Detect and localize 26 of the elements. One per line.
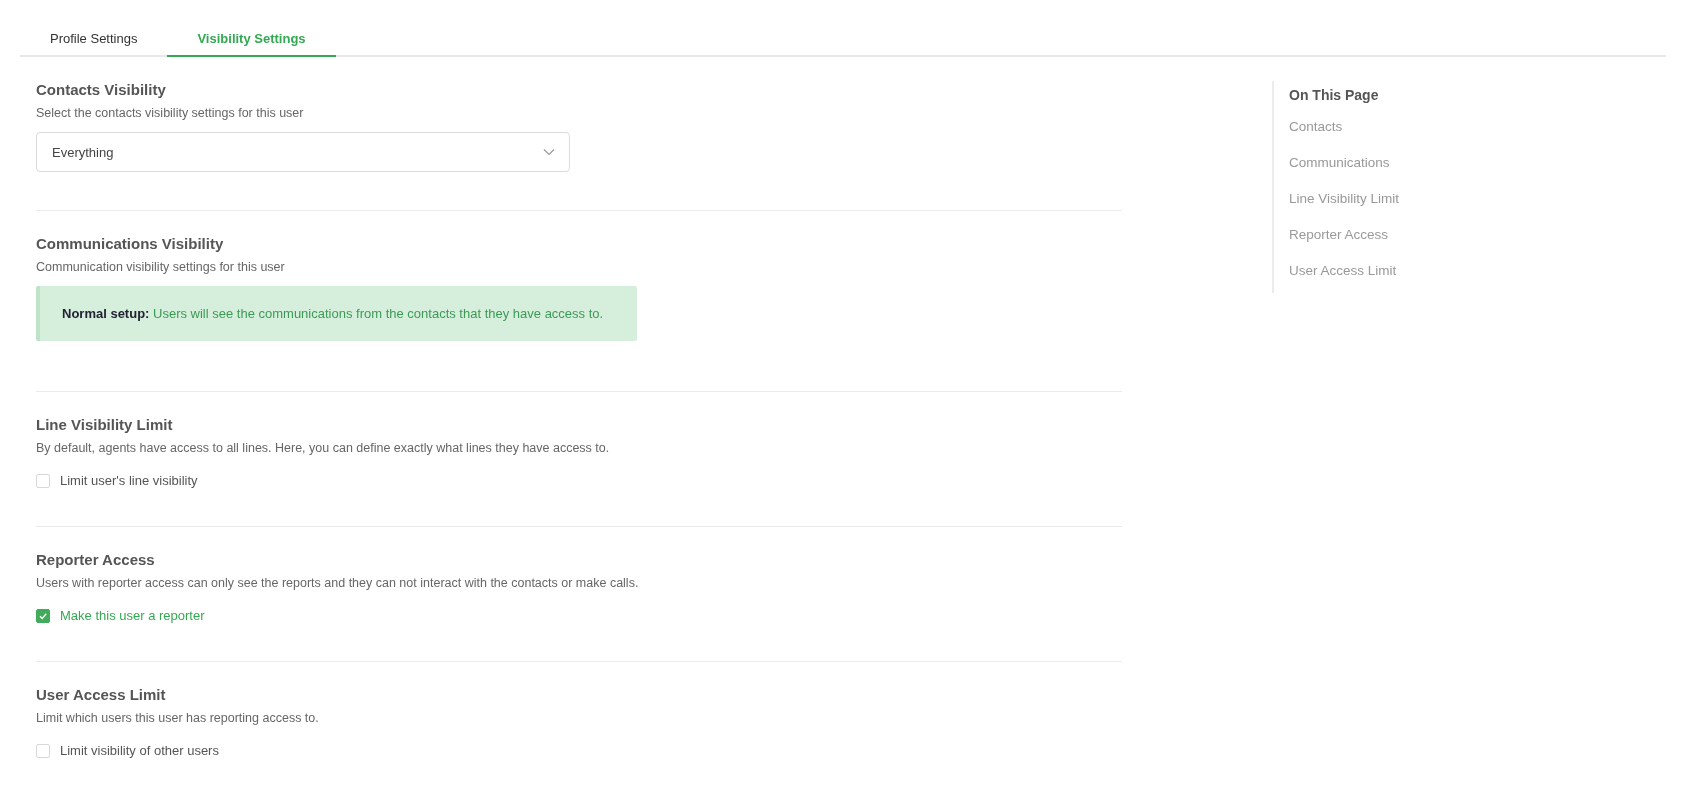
toc-link[interactable]: User Access Limit [1289, 263, 1400, 278]
toc-link[interactable]: Reporter Access [1289, 227, 1400, 242]
chevron-down-icon [543, 148, 555, 156]
dropdown-value: Everything [52, 144, 114, 160]
toc-link[interactable]: Communications [1289, 155, 1400, 170]
checkbox-label[interactable]: Limit visibility of other users [60, 743, 219, 758]
checkbox[interactable] [36, 608, 50, 623]
section-description: Select the contacts visibility settings for this user [36, 106, 305, 120]
info-alert: Normal setup: Users will see the communications from the contacts that they have access to. [36, 286, 637, 341]
tab[interactable]: Visibility Settings [167, 27, 336, 57]
section-title: User Access Limit [36, 686, 167, 703]
section-description: Communication visibility settings for this user [36, 260, 286, 274]
dropdown-field[interactable]: Everything [36, 132, 570, 172]
section-title: Line Visibility Limit [36, 416, 174, 433]
section-title: Reporter Access [36, 551, 156, 568]
checkbox-label[interactable]: Make this user a reporter [60, 608, 205, 623]
toc-link[interactable]: Contacts [1289, 119, 1400, 134]
tab[interactable]: Profile Settings [20, 27, 168, 57]
section-description: Limit which users this user has reporting access to. [36, 711, 320, 725]
section-title: Communications Visibility [36, 235, 225, 252]
toc-title: On This Page [1289, 87, 1380, 103]
section-description: By default, agents have access to all lines. Here, you can define exactly what lines they have access to. [36, 441, 611, 455]
toc-link[interactable]: Line Visibility Limit [1289, 191, 1400, 206]
section-title: Contacts Visibility [36, 81, 167, 98]
section-description: Users with reporter access can only see the reports and they can not interact with the contacts or make calls. [36, 576, 640, 590]
checkbox-label[interactable]: Limit user's line visibility [60, 473, 198, 488]
